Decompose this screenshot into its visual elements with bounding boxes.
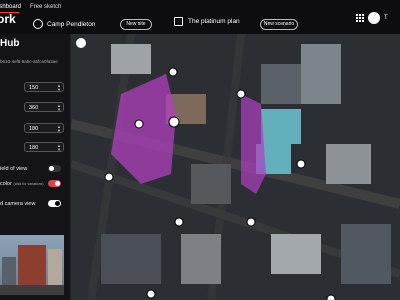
hub-id: b610-4ef6-9abc-a5fca0fa3ae xyxy=(0,59,58,64)
settings-panel: Hub b610-4ef6-9abc-a5fca0fa3ae 150 ▲ ▼ 36… xyxy=(0,34,71,300)
apps-grid-icon[interactable] xyxy=(356,14,364,22)
nav-free-sketch[interactable]: Free sketch xyxy=(30,4,61,10)
camera-view-label: d camera view xyxy=(0,201,36,207)
camera-view-toggle[interactable] xyxy=(48,200,61,207)
user-initial: T xyxy=(384,15,388,21)
map-action-button[interactable] xyxy=(76,38,86,48)
value-field-4-value: 180 xyxy=(29,145,39,151)
value-field-2-value: 360 xyxy=(29,105,39,111)
value-field-1[interactable]: 150 ▲ ▼ xyxy=(24,82,64,92)
nav-dashboard[interactable]: ashboard xyxy=(0,4,21,10)
value-field-3-value: 180 xyxy=(29,126,39,132)
app-name: ork xyxy=(0,12,16,26)
top-bar: ashboard Free sketch ork Camp Pendleton … xyxy=(0,0,400,35)
new-site-button[interactable]: New site xyxy=(120,19,152,30)
field-of-view-toggle[interactable] xyxy=(48,165,61,172)
color-toggle[interactable] xyxy=(48,180,61,187)
stepper-icon[interactable]: ▲ ▼ xyxy=(57,125,61,133)
value-field-4[interactable]: 180 ▲ ▼ xyxy=(24,142,64,152)
field-of-view-label: ield of view xyxy=(0,166,28,172)
value-field-3[interactable]: 180 ▲ ▼ xyxy=(24,123,64,133)
value-field-2[interactable]: 360 ▲ ▼ xyxy=(24,102,64,112)
user-area: T xyxy=(356,12,388,24)
aerial-map[interactable] xyxy=(71,34,400,300)
location-pin-icon xyxy=(33,19,43,29)
scenario-label: The platinum plan xyxy=(188,18,240,25)
edit-icon xyxy=(174,17,183,26)
color-label: color (click for variations) xyxy=(0,181,44,187)
stepper-icon[interactable]: ▲ ▼ xyxy=(57,144,61,152)
toggle-knob xyxy=(55,181,60,186)
scenario-selector[interactable]: The platinum plan xyxy=(174,17,240,26)
value-field-1-value: 150 xyxy=(29,85,39,91)
map-canvas[interactable] xyxy=(71,34,400,300)
toggle-knob xyxy=(55,201,60,206)
toggle-knob xyxy=(49,166,54,171)
panel-title: Hub xyxy=(0,38,20,49)
camera-preview-thumbnail[interactable] xyxy=(0,235,64,295)
stepper-icon[interactable]: ▲ ▼ xyxy=(57,84,61,92)
new-scenario-button[interactable]: New scenario xyxy=(260,19,298,30)
location-label: Camp Pendleton xyxy=(47,20,96,28)
avatar[interactable] xyxy=(368,12,380,24)
stepper-icon[interactable]: ▲ ▼ xyxy=(57,104,61,112)
